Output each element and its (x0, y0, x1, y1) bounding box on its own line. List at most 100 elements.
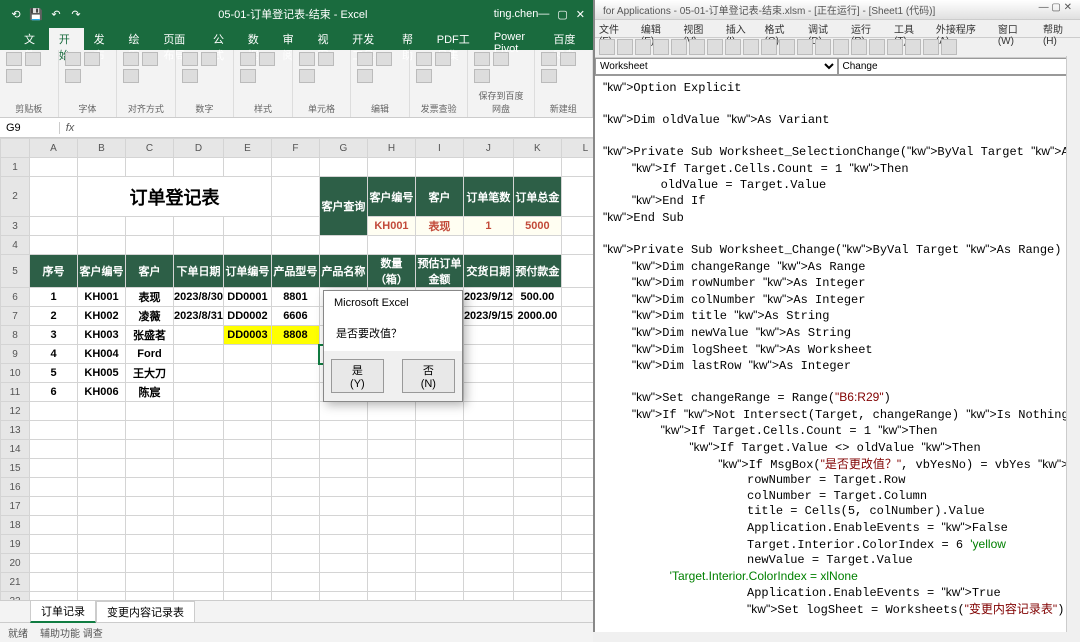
vbe-menu-item[interactable]: 插入(I) (726, 21, 755, 36)
cell[interactable] (319, 554, 367, 573)
ribbon-tab[interactable]: 视图 (307, 28, 342, 50)
cell[interactable] (463, 402, 513, 421)
data-cell[interactable]: 2 (30, 307, 78, 326)
vbe-menu-item[interactable]: 编辑(E) (641, 21, 673, 36)
data-cell[interactable] (223, 383, 271, 402)
cell[interactable] (126, 459, 174, 478)
data-cell[interactable]: KH004 (78, 345, 126, 364)
vbe-menu-item[interactable]: 帮助(H) (1043, 21, 1076, 36)
column-header[interactable]: 下单日期 (174, 255, 224, 288)
cell[interactable] (415, 535, 463, 554)
cell[interactable] (78, 421, 126, 440)
spreadsheet-grid[interactable]: ABCDEFGHIJKLM12订单登记表客户查询客户编号客户订单笔数订单总金3K… (0, 138, 593, 600)
cell[interactable] (319, 236, 367, 255)
data-cell[interactable]: KH006 (78, 383, 126, 402)
cell[interactable] (367, 497, 415, 516)
cell[interactable] (174, 158, 224, 177)
column-header[interactable]: 客户编号 (78, 255, 126, 288)
fx-icon[interactable]: fx (60, 122, 80, 134)
cell[interactable] (513, 421, 561, 440)
cell[interactable] (271, 535, 319, 554)
cell[interactable] (78, 554, 126, 573)
data-cell[interactable]: KH003 (78, 326, 126, 345)
cell[interactable] (30, 573, 78, 592)
cell[interactable] (561, 158, 593, 177)
cell[interactable] (415, 573, 463, 592)
cell[interactable] (78, 573, 126, 592)
autosave-icon[interactable]: ⟲ (8, 6, 24, 22)
query-value[interactable]: 1 (463, 217, 513, 236)
name-box[interactable]: G9 (0, 122, 60, 134)
cell[interactable] (30, 535, 78, 554)
cell[interactable] (513, 573, 561, 592)
data-cell[interactable]: 1 (30, 288, 78, 307)
cell[interactable] (78, 217, 126, 236)
data-cell[interactable]: 2023/8/31 (174, 307, 224, 326)
cell[interactable] (174, 592, 224, 601)
cell[interactable] (561, 497, 593, 516)
cell[interactable] (561, 573, 593, 592)
query-header[interactable]: 客户编号 (367, 177, 415, 217)
data-cell[interactable]: 表现 (126, 288, 174, 307)
cell[interactable] (561, 217, 593, 236)
data-cell[interactable]: Ford (126, 345, 174, 364)
vbe-menu-item[interactable]: 格式(O) (764, 21, 798, 36)
cell[interactable] (319, 478, 367, 497)
vbe-toolbar-icon[interactable] (797, 39, 813, 55)
cell[interactable] (174, 478, 224, 497)
data-cell[interactable]: KH001 (78, 288, 126, 307)
cell[interactable] (415, 459, 463, 478)
cell[interactable] (367, 236, 415, 255)
cell[interactable] (271, 177, 319, 217)
cell[interactable] (78, 497, 126, 516)
cell[interactable] (271, 573, 319, 592)
cell[interactable] (367, 440, 415, 459)
data-cell[interactable] (463, 326, 513, 345)
cell[interactable] (126, 421, 174, 440)
ribbon-tab[interactable]: Power Pivot (484, 28, 544, 50)
cell[interactable] (78, 535, 126, 554)
query-header[interactable]: 订单总金 (513, 177, 561, 217)
column-header[interactable]: 交货日期 (463, 255, 513, 288)
query-value[interactable]: 5000 (513, 217, 561, 236)
cell[interactable] (174, 421, 224, 440)
cell[interactable] (223, 497, 271, 516)
cell[interactable] (174, 554, 224, 573)
cell[interactable] (223, 554, 271, 573)
cell[interactable] (271, 402, 319, 421)
data-cell[interactable]: 4 (30, 345, 78, 364)
query-header[interactable]: 订单笔数 (463, 177, 513, 217)
column-header[interactable]: 序号 (30, 255, 78, 288)
data-cell[interactable]: 2023/8/30 (174, 288, 224, 307)
cell[interactable] (30, 177, 78, 217)
data-cell[interactable]: 张盛茗 (126, 326, 174, 345)
cell[interactable] (223, 478, 271, 497)
cell[interactable] (513, 459, 561, 478)
cell[interactable] (271, 497, 319, 516)
msgbox-yes-button[interactable]: 是(Y) (331, 359, 384, 393)
data-cell[interactable] (223, 364, 271, 383)
cell[interactable] (463, 440, 513, 459)
cell[interactable] (561, 326, 593, 345)
cell[interactable] (30, 497, 78, 516)
cell[interactable] (463, 478, 513, 497)
vbe-menu-item[interactable]: 调试(D) (808, 21, 841, 36)
data-cell[interactable]: 8808 (271, 326, 319, 345)
cell[interactable] (319, 459, 367, 478)
cell[interactable] (271, 440, 319, 459)
vbe-scrollbar[interactable] (1066, 56, 1080, 632)
data-cell[interactable]: DD0002 (223, 307, 271, 326)
cell[interactable] (415, 478, 463, 497)
cell[interactable] (561, 402, 593, 421)
data-cell[interactable] (463, 383, 513, 402)
ribbon-tab[interactable]: 页面布局 (153, 28, 203, 50)
cell[interactable] (174, 236, 224, 255)
ribbon-tab[interactable]: PDF工具集 (427, 28, 484, 50)
cell[interactable] (561, 177, 593, 217)
cell[interactable] (463, 421, 513, 440)
cell[interactable] (223, 459, 271, 478)
vbe-menu-item[interactable]: 外接程序(A) (936, 21, 988, 36)
data-cell[interactable] (513, 383, 561, 402)
vbe-toolbar-icon[interactable] (815, 39, 831, 55)
cell[interactable] (78, 478, 126, 497)
